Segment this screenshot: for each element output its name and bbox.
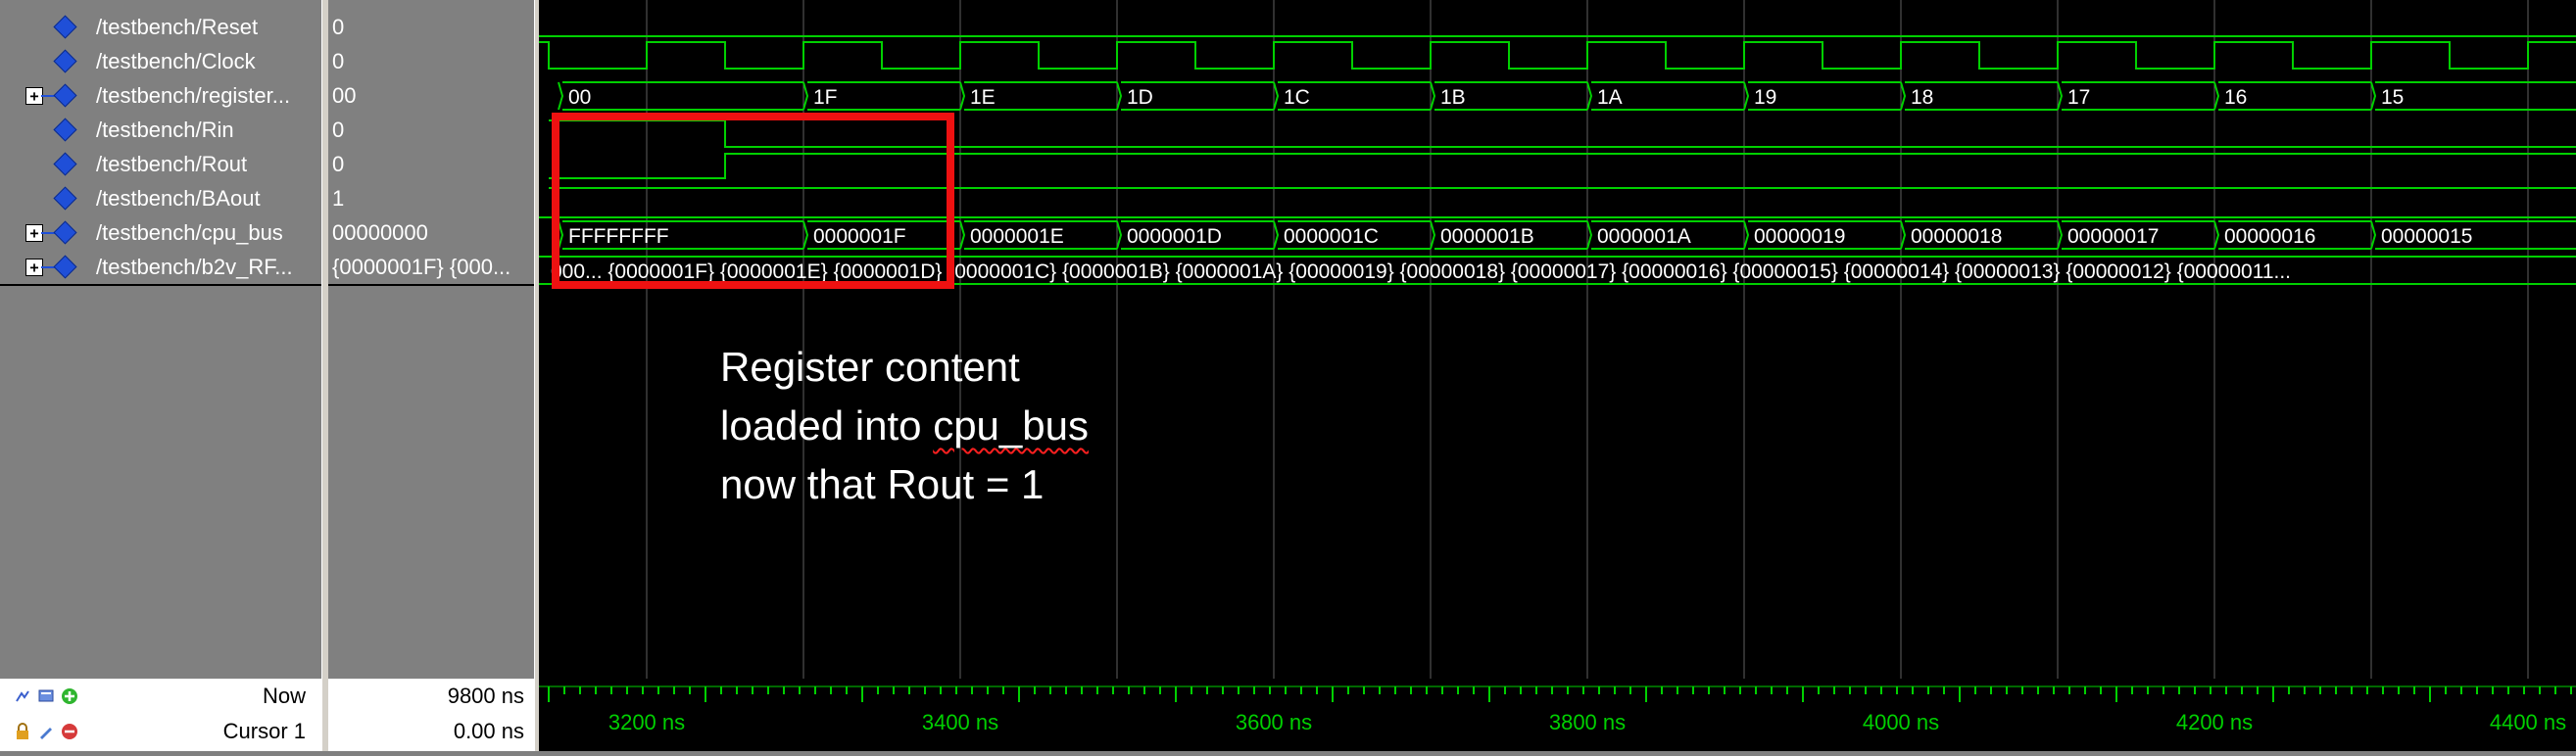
signal-row-rin[interactable]: /testbench/Rin — [0, 113, 321, 147]
signal-value: 0 — [328, 147, 534, 181]
footer-value-pane: 9800 ns 0.00 ns — [328, 679, 534, 751]
timeline-ruler[interactable]: 3200 ns 3400 ns 3600 ns 3800 ns 4000 ns 4200 … — [539, 679, 2576, 751]
wave-labels: 00 1F 1E 1D 1C 1B 1A 19 18 17 16 15 FFFFFFFF 0000001F… — [551, 86, 2472, 283]
annotation-line: Register content — [720, 344, 1020, 390]
rout-wave — [549, 153, 2576, 179]
signal-name: /testbench/BAout — [96, 186, 261, 211]
register-bus-value: 17 — [2067, 86, 2090, 109]
signal-diamond-icon — [53, 220, 77, 245]
delete-cursor-icon[interactable] — [61, 723, 78, 740]
cpu-bus-value: 0000001F — [813, 225, 906, 248]
ruler-label: 4200 ns — [2176, 710, 2253, 734]
clock-wave — [539, 41, 2576, 70]
register-bus-value: 19 — [1754, 86, 1776, 109]
ruler-label: 4000 ns — [1863, 710, 1939, 734]
signal-row-reset[interactable]: /testbench/Reset — [0, 10, 321, 44]
register-bus-value: 1B — [1440, 86, 1466, 109]
cpu-bus-value: 00000018 — [1911, 225, 2002, 248]
cpu-bus-value: 0000001C — [1284, 225, 1379, 248]
signal-row-clock[interactable]: /testbench/Clock — [0, 44, 321, 78]
cpu-bus-value: 00000017 — [2067, 225, 2159, 248]
ruler-label: 3200 ns — [608, 710, 685, 734]
cpu-bus-value: 0000001D — [1127, 225, 1222, 248]
cursor-label: Cursor 1 — [222, 719, 306, 743]
signal-row-rout[interactable]: /testbench/Rout — [0, 147, 321, 181]
signal-value: {0000001F} {000... — [328, 250, 534, 286]
register-bus-segment — [558, 81, 803, 111]
value-text: 0 — [332, 118, 345, 142]
timeline-ruler-canvas[interactable]: 3200 ns 3400 ns 3600 ns 3800 ns 4000 ns 4200 … — [539, 679, 2576, 751]
signal-name: /testbench/b2v_RF... — [96, 255, 293, 279]
value-text: 00000000 — [332, 220, 428, 245]
signal-name: /testbench/Reset — [96, 15, 259, 39]
signal-name: /testbench/Rin — [96, 118, 234, 142]
cursor-icon[interactable] — [37, 687, 55, 705]
register-bus-value: 15 — [2381, 86, 2404, 109]
zoom-icon[interactable] — [14, 687, 31, 705]
ruler-label: 3800 ns — [1549, 710, 1626, 734]
signal-value: 1 — [328, 181, 534, 215]
edit-cursor-icon[interactable] — [37, 723, 55, 740]
cursor-value: 0.00 ns — [453, 719, 524, 743]
ruler-label: 3400 ns — [922, 710, 998, 734]
signal-diamond-icon — [53, 255, 77, 279]
value-text: {0000001F} {000... — [332, 255, 511, 279]
register-bus-value: 1F — [813, 86, 838, 109]
cpu-bus-value: 00000019 — [1754, 225, 1845, 248]
signal-name-pane: /testbench/Reset /testbench/Clock + /tes… — [0, 0, 321, 679]
signal-diamond-icon — [53, 49, 77, 73]
annotation-line: now that Rout = 1 — [720, 461, 1045, 507]
signal-row-cpu-bus[interactable]: + /testbench/cpu_bus — [0, 215, 321, 250]
value-text: 0 — [332, 15, 345, 39]
footer-name-pane: Now Cursor 1 — [0, 679, 321, 751]
now-label: Now — [262, 684, 306, 708]
signal-name: /testbench/Clock — [96, 49, 256, 73]
signal-diamond-icon — [53, 118, 77, 142]
lock-icon[interactable] — [14, 723, 31, 740]
signal-value: 00000000 — [328, 215, 534, 250]
value-text: 00 — [332, 83, 357, 108]
ruler-label: 4400 ns — [2490, 710, 2566, 734]
add-cursor-icon[interactable] — [61, 687, 78, 705]
signal-name: /testbench/cpu_bus — [96, 220, 283, 245]
signal-row-rf[interactable]: + /testbench/b2v_RF... — [0, 250, 321, 286]
annotation-prefix: loaded into — [720, 402, 934, 449]
register-bus-value: 1E — [970, 86, 996, 109]
signal-diamond-icon — [53, 152, 77, 176]
cpu-bus-value: 0000001A — [1597, 225, 1691, 248]
register-bus-value: 1A — [1597, 86, 1623, 109]
cpu-bus-value: 00000016 — [2224, 225, 2315, 248]
register-bus-value: 16 — [2224, 86, 2247, 109]
cpu-bus-value: 0000001B — [1440, 225, 1534, 248]
rin-wave — [549, 119, 2576, 148]
register-bus-value: 1C — [1284, 86, 1310, 109]
cpu-bus-value: 0000001E — [970, 225, 1064, 248]
annotation-text: Register content loaded into cpu_bus now… — [720, 338, 1269, 514]
signal-value-pane: 0 0 00 0 0 1 00000000 {0000001F} {000... — [328, 0, 534, 679]
signal-value: 00 — [328, 78, 534, 113]
now-value: 9800 ns — [447, 684, 524, 708]
value-text: 0 — [332, 49, 345, 73]
signal-value: 0 — [328, 10, 534, 44]
value-text: 1 — [332, 186, 345, 211]
register-bus-value: 1D — [1127, 86, 1153, 109]
cpu-bus-value: 00000015 — [2381, 225, 2472, 248]
signal-row-baout[interactable]: /testbench/BAout — [0, 181, 321, 215]
rf-bus-value: 000... {0000001F} {0000001E} {0000001D} … — [551, 260, 2291, 283]
signal-diamond-icon — [53, 15, 77, 39]
signal-name: /testbench/register... — [96, 83, 291, 108]
register-bus-value: 00 — [568, 86, 591, 109]
ruler-label: 3600 ns — [1236, 710, 1312, 734]
annotation-highlight-word: cpu_bus — [933, 402, 1089, 449]
annotation-line: loaded into cpu_bus — [720, 397, 1269, 455]
signal-name: /testbench/Rout — [96, 152, 248, 176]
signal-row-register[interactable]: + /testbench/register... — [0, 78, 321, 113]
value-text: 0 — [332, 152, 345, 176]
signal-value: 0 — [328, 113, 534, 147]
signal-value: 0 — [328, 44, 534, 78]
cpu-bus-value: FFFFFFFF — [568, 225, 669, 248]
signal-diamond-icon — [53, 186, 77, 211]
register-bus-value: 18 — [1911, 86, 1933, 109]
signal-diamond-icon — [53, 83, 77, 108]
